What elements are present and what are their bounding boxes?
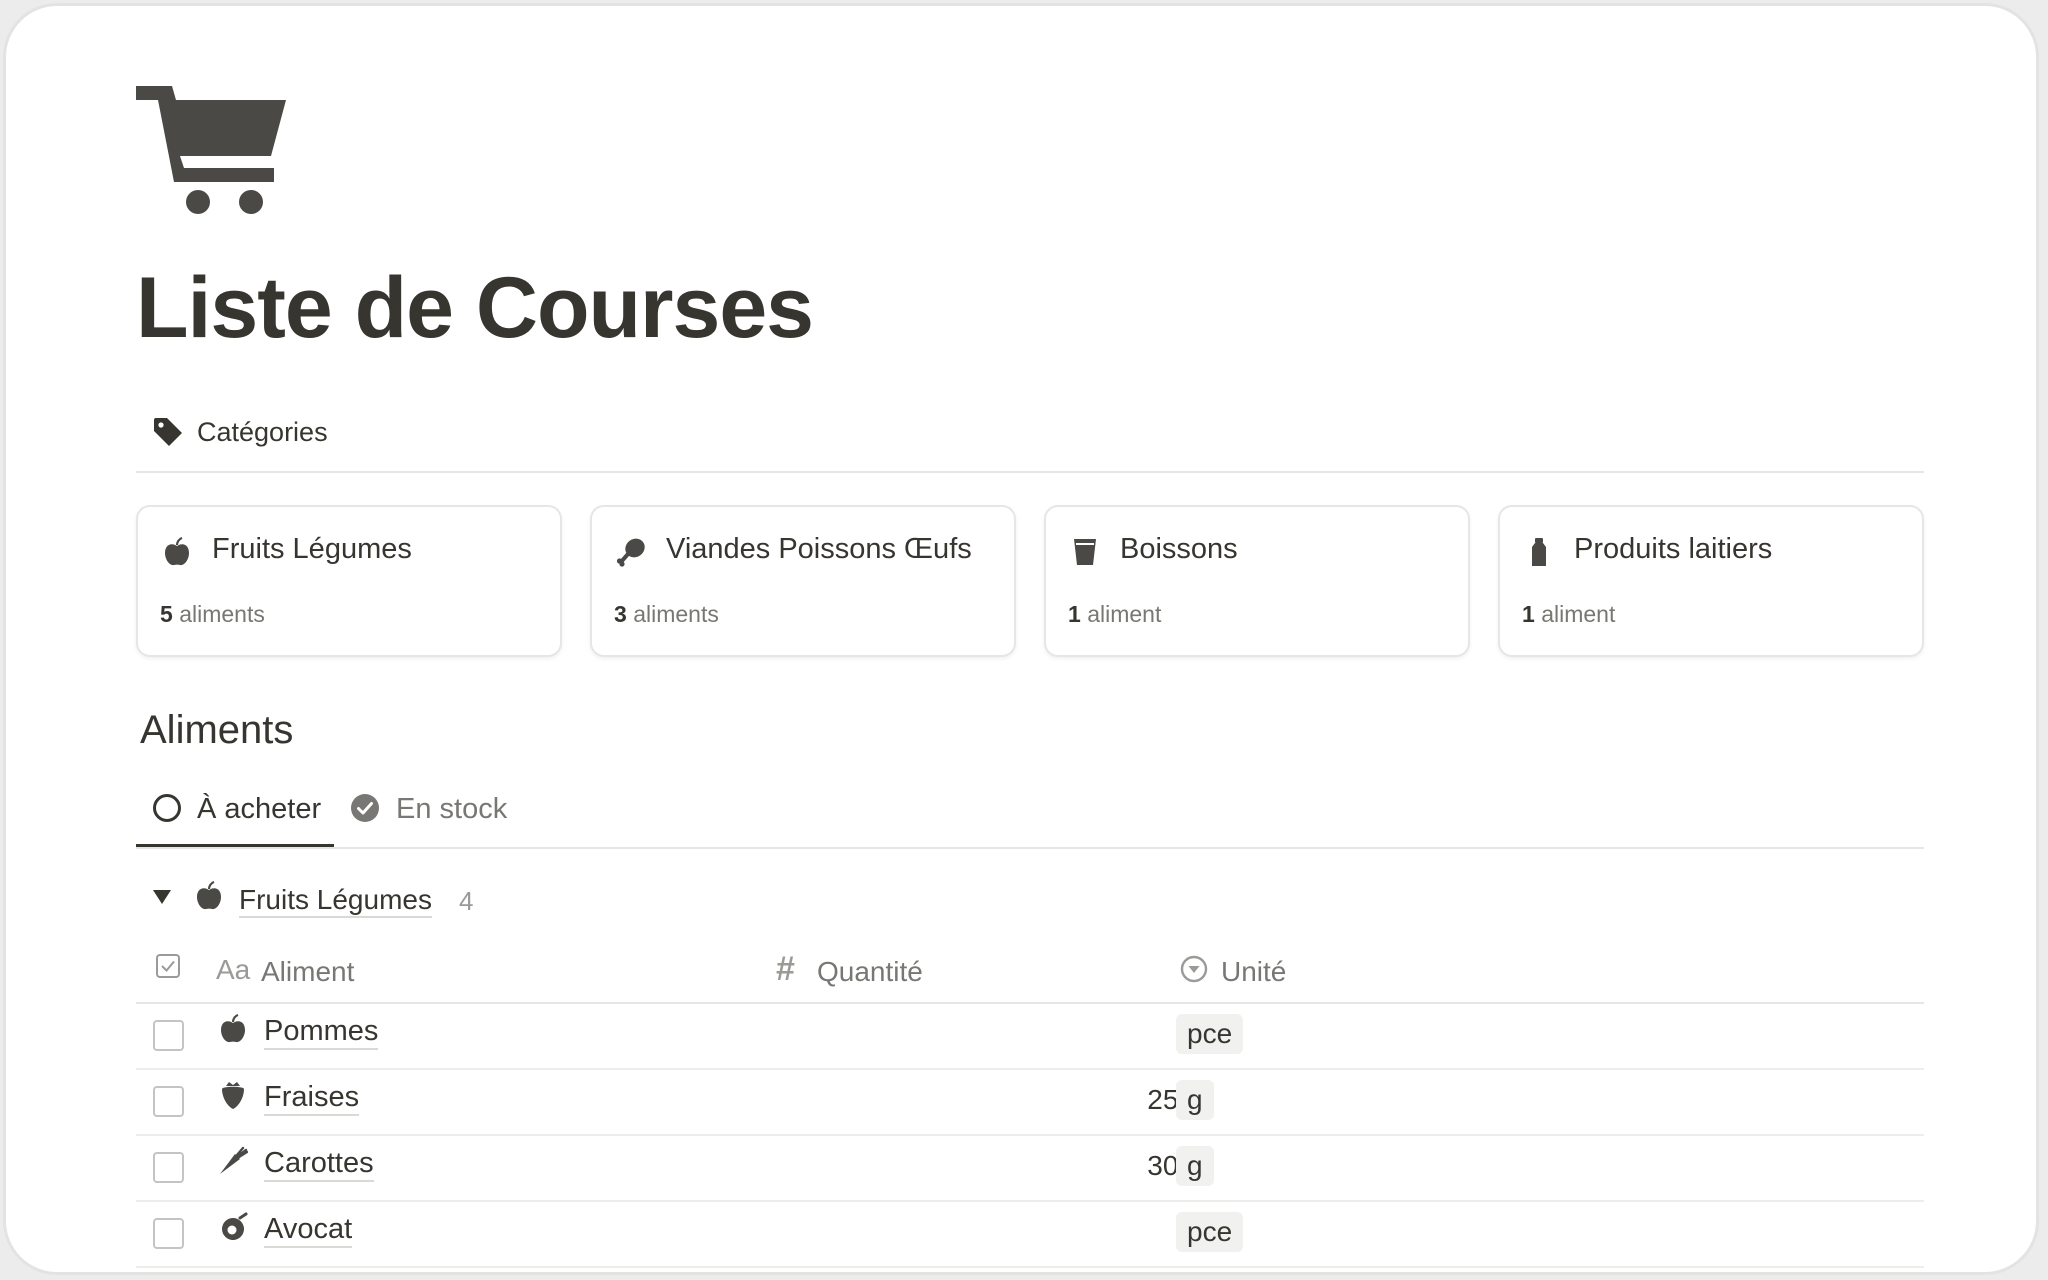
categories-label: Catégories <box>197 417 328 447</box>
app-window: Liste de Courses Catégories Fruits Légum… <box>3 3 2039 1275</box>
table-row[interactable]: Carottes 300 g <box>136 1136 1924 1202</box>
table-row[interactable]: Avocat 2 pce <box>136 1202 1924 1268</box>
tab-a-acheter[interactable]: À acheter <box>136 781 334 847</box>
category-cards: Fruits Légumes 5 aliments Viandes Poisso… <box>136 505 1924 657</box>
category-card-fruits-legumes[interactable]: Fruits Légumes 5 aliments <box>136 505 562 657</box>
apple-icon <box>197 881 221 910</box>
row-checkbox[interactable] <box>153 1020 184 1051</box>
category-title: Viandes Poissons Œufs <box>666 533 972 565</box>
checkbox-column-icon[interactable] <box>156 954 180 978</box>
row-unit-tag[interactable]: g <box>1176 1146 1214 1187</box>
column-header-quantite[interactable]: Quantité <box>817 956 923 988</box>
row-checkbox[interactable] <box>153 1152 184 1183</box>
column-header-aliment[interactable]: Aliment <box>261 956 354 988</box>
category-card-produits-laitiers[interactable]: Produits laitiers 1 aliment <box>1498 505 1924 657</box>
text-type-icon: Aa <box>216 954 251 985</box>
strawberry-icon <box>222 1082 244 1109</box>
number-type-icon: # <box>776 950 795 988</box>
table-header: Aa Aliment # Quantité Unité <box>136 944 1924 1004</box>
categories-header: Catégories <box>136 411 1924 473</box>
row-unit-tag[interactable]: pce <box>1176 1014 1244 1055</box>
tag-icon <box>154 418 182 446</box>
select-type-icon <box>1180 955 1208 983</box>
triangle-down-icon[interactable] <box>151 886 173 908</box>
shopping-cart-icon[interactable] <box>136 86 286 218</box>
carrot-icon <box>220 1146 248 1174</box>
category-card-viandes-poissons-oeufs[interactable]: Viandes Poissons Œufs 3 aliments <box>590 505 1016 657</box>
category-title: Boissons <box>1120 533 1238 565</box>
check-circle-icon <box>351 794 379 822</box>
category-count: 1 aliment <box>1522 601 1616 627</box>
row-checkbox[interactable] <box>153 1086 184 1117</box>
row-checkbox[interactable] <box>153 1218 184 1249</box>
milk-bottle-icon <box>1532 538 1546 566</box>
category-card-boissons[interactable]: Boissons 1 aliment <box>1044 505 1470 657</box>
glass-icon <box>1074 539 1096 565</box>
page-title: Liste de Courses <box>136 260 814 356</box>
row-name[interactable]: Fraises <box>264 1081 360 1116</box>
row-name[interactable]: Avocat <box>264 1213 353 1248</box>
category-count: 3 aliments <box>614 601 719 627</box>
tab-label: À acheter <box>197 793 322 825</box>
aliments-title: Aliments <box>140 708 294 752</box>
table-row[interactable]: Fraises 250 g <box>136 1070 1924 1136</box>
group-label[interactable]: Fruits Légumes <box>239 884 432 918</box>
table-row[interactable]: Pommes 5 pce <box>136 1004 1924 1070</box>
drumstick-icon <box>616 538 645 567</box>
category-title: Produits laitiers <box>1574 533 1773 565</box>
group-count: 4 <box>459 886 474 916</box>
category-count: 5 aliments <box>160 601 265 627</box>
apple-icon <box>165 537 189 566</box>
row-unit-tag[interactable]: g <box>1176 1080 1214 1121</box>
category-count: 1 aliment <box>1068 601 1162 627</box>
column-header-unite[interactable]: Unité <box>1221 956 1286 988</box>
row-name[interactable]: Carottes <box>264 1147 374 1182</box>
tab-label: En stock <box>396 793 508 825</box>
row-name[interactable]: Pommes <box>264 1015 379 1050</box>
tab-en-stock[interactable]: En stock <box>336 781 526 847</box>
avocado-icon <box>222 1212 248 1240</box>
view-tabs: À acheter En stock <box>136 781 1924 849</box>
circle-outline-icon <box>153 794 181 822</box>
category-title: Fruits Légumes <box>212 533 412 565</box>
group-header-fruits-legumes: Fruits Légumes 4 <box>136 878 1924 924</box>
row-unit-tag[interactable]: pce <box>1176 1212 1244 1253</box>
apple-icon <box>221 1014 245 1043</box>
